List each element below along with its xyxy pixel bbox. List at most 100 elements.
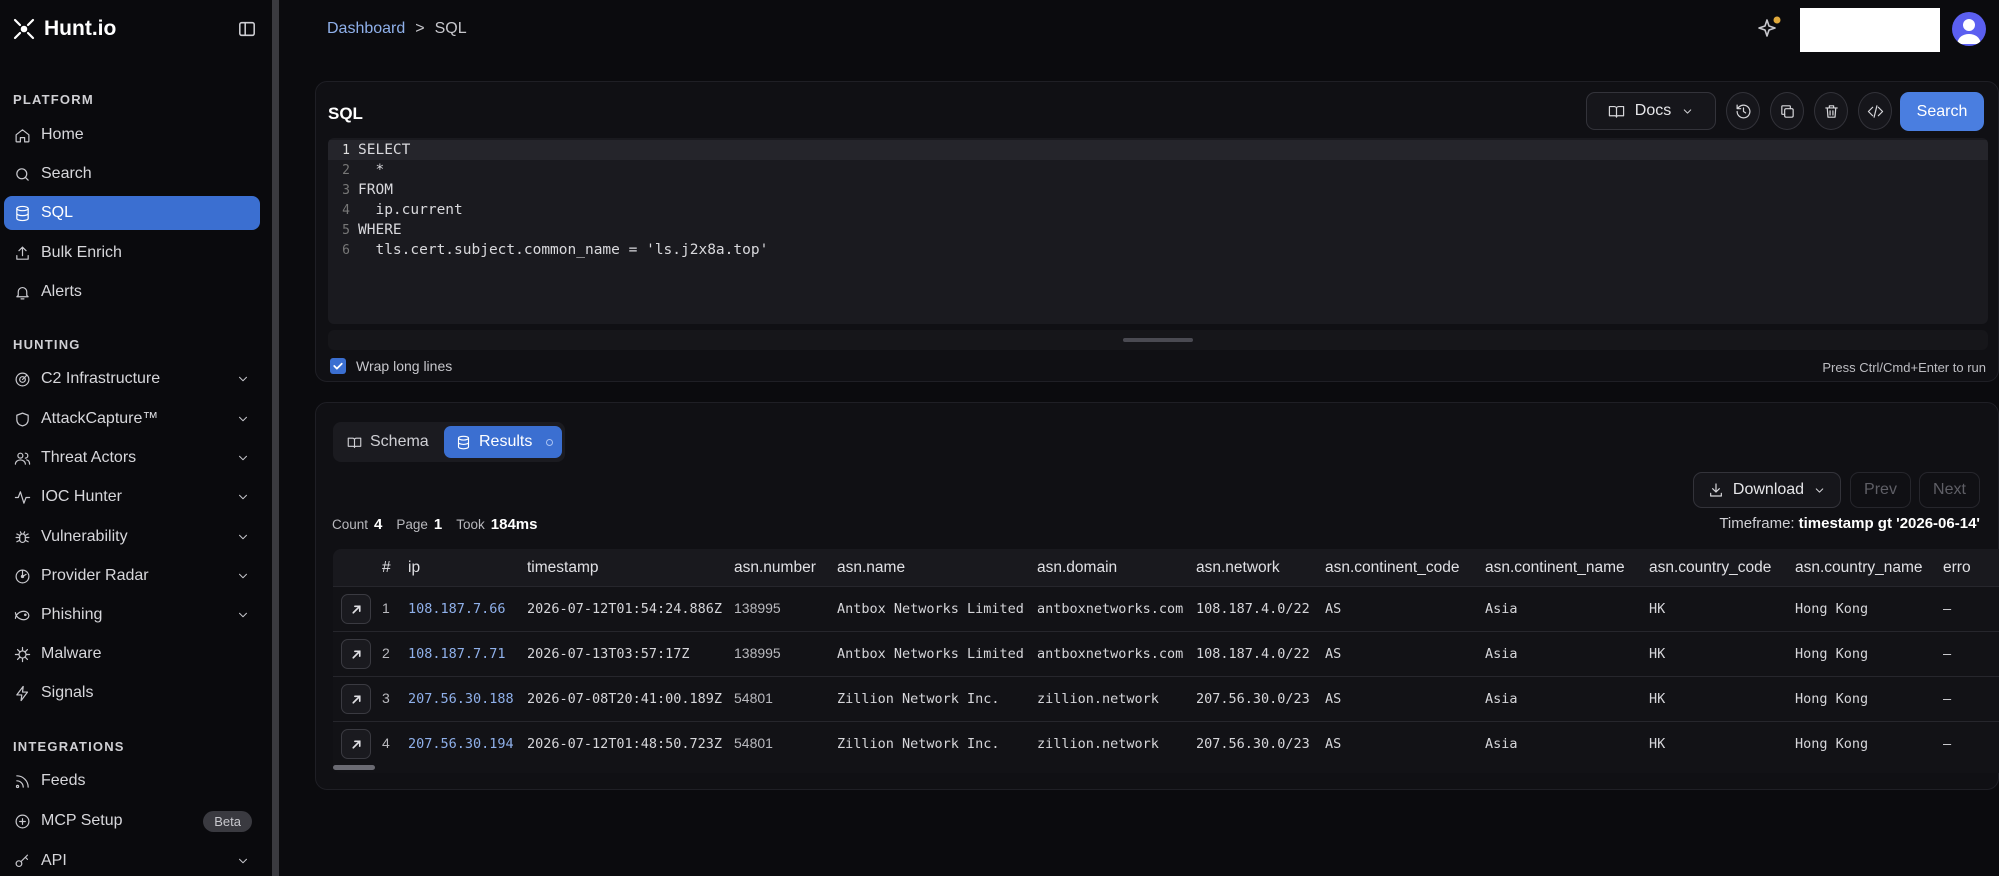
table-row[interactable]: 1 108.187.7.66 2026-07-12T01:54:24.886Z 138…	[333, 586, 1999, 631]
column-header[interactable]: timestamp	[527, 559, 599, 577]
app-name: Hunt.io	[44, 17, 117, 40]
column-header[interactable]: asn.country_code	[1649, 559, 1771, 577]
activity-icon	[14, 490, 31, 504]
radar-icon	[15, 372, 30, 386]
table-cell: 2026-07-13T03:57:17Z	[527, 646, 690, 662]
sidebar-item-malware[interactable]: Malware	[4, 637, 260, 671]
column-header[interactable]: asn.continent_name	[1485, 559, 1625, 577]
sidebar-item-ioc-hunter[interactable]: IOC Hunter	[4, 480, 260, 514]
panel-title: SQL	[328, 104, 363, 123]
horizontal-scrollbar[interactable]	[333, 765, 375, 770]
page-label: Page	[396, 517, 428, 532]
download-icon	[1709, 483, 1722, 497]
column-header[interactable]: asn.domain	[1037, 559, 1117, 577]
user-icon	[1957, 19, 1981, 44]
chevron-down-icon	[239, 573, 247, 579]
sidebar-item-label: Home	[41, 126, 84, 143]
sparkles-icon[interactable]	[1757, 14, 1783, 40]
format-code-button[interactable]	[1858, 92, 1892, 130]
breadcrumb-dashboard[interactable]: Dashboard	[327, 20, 405, 38]
copy-button[interactable]	[1770, 92, 1804, 130]
editor-resize-bar[interactable]	[328, 330, 1988, 350]
sidebar-item-provider-radar[interactable]: Provider Radar	[4, 559, 260, 593]
table-row[interactable]: 3 207.56.30.188 2026-07-08T20:41:00.189Z 54…	[333, 676, 1999, 721]
history-button[interactable]	[1726, 92, 1760, 130]
sidebar-item-api[interactable]: API	[4, 844, 260, 876]
table-cell: –	[1943, 736, 1952, 752]
sidebar-item-label: SQL	[41, 204, 74, 221]
tab-schema[interactable]: Schema	[347, 426, 437, 458]
table-cell: Asia	[1485, 601, 1518, 617]
table-row[interactable]: 4 207.56.30.194 2026-07-12T01:48:50.723Z 54…	[333, 721, 1999, 766]
open-row-button[interactable]	[341, 639, 371, 669]
sidebar-item-signals[interactable]: Signals	[4, 676, 260, 710]
wrap-lines-checkbox[interactable]	[330, 358, 346, 374]
sidebar-item-search[interactable]: Search	[4, 157, 260, 191]
code-text: tls.cert.subject.common_name =	[358, 242, 647, 258]
sidebar-item-alerts[interactable]: Alerts	[4, 275, 260, 309]
prev-page-button[interactable]: Prev	[1850, 472, 1911, 508]
table-row[interactable]: 2 108.187.7.71 2026-07-13T03:57:17Z 138995 A…	[333, 631, 1999, 676]
ip-link[interactable]: 207.56.30.188	[408, 691, 514, 707]
docs-button[interactable]: Docs	[1586, 92, 1716, 130]
open-row-button[interactable]	[341, 594, 371, 624]
user-avatar[interactable]	[1952, 12, 1986, 46]
bell-icon	[16, 286, 29, 299]
table-cell: 4	[382, 735, 390, 751]
sidebar-item-home[interactable]: Home	[4, 118, 260, 152]
column-header[interactable]: asn.name	[837, 559, 905, 577]
table-cell: 2026-07-12T01:54:24.886Z	[527, 601, 723, 617]
download-button[interactable]: Download	[1693, 472, 1841, 508]
table-cell: 2026-07-12T01:48:50.723Z	[527, 736, 723, 752]
sidebar-toggle-icon[interactable]	[238, 20, 256, 38]
ip-link[interactable]: 108.187.7.71	[408, 646, 506, 662]
sidebar-item-label: Vulnerability	[41, 528, 128, 545]
column-header[interactable]: asn.country_name	[1795, 559, 1923, 577]
sidebar-item-threat-actors[interactable]: Threat Actors	[4, 441, 260, 475]
table-cell: –	[1943, 691, 1952, 707]
column-header[interactable]: asn.network	[1196, 559, 1280, 577]
sidebar-item-label: Alerts	[41, 283, 82, 300]
column-header[interactable]: #	[382, 559, 391, 577]
arrow-up-right-icon	[351, 604, 361, 614]
table-cell: –	[1943, 646, 1952, 662]
line-number: 4	[342, 202, 350, 218]
column-header[interactable]: asn.number	[734, 559, 816, 577]
chevron-down-icon	[239, 534, 247, 540]
open-row-button[interactable]	[341, 684, 371, 714]
sidebar-item-label: C2 Infrastructure	[41, 370, 161, 387]
open-row-button[interactable]	[341, 729, 371, 759]
sidebar-item-mcp-setup[interactable]: MCP Setup Beta	[4, 804, 260, 838]
result-stats: Count 4 Page 1 Took 184ms	[332, 516, 546, 533]
wrap-lines-toggle[interactable]: Wrap long lines	[330, 358, 452, 374]
sidebar-item-label: API	[41, 852, 67, 869]
sidebar-item-phishing[interactable]: Phishing	[4, 598, 260, 632]
sql-editor[interactable]: 1 SELECT 2 * 3 FROM 4 ip.current 5 WHERE…	[328, 138, 1988, 324]
resize-grip[interactable]	[1123, 338, 1193, 342]
line-number: 3	[342, 182, 350, 198]
breadcrumb-separator: >	[415, 20, 425, 37]
app-logo[interactable]: Hunt.io	[12, 16, 116, 42]
sidebar-item-label: Bulk Enrich	[41, 244, 122, 261]
column-header[interactable]: ip	[408, 559, 420, 577]
search-button[interactable]: Search	[1900, 92, 1984, 131]
ip-link[interactable]: 207.56.30.194	[408, 736, 514, 752]
sidebar-item-vulnerability[interactable]: Vulnerability	[4, 520, 260, 554]
tab-results[interactable]: Results	[444, 426, 562, 458]
clear-button[interactable]	[1814, 92, 1848, 130]
sidebar-item-feeds[interactable]: Feeds	[4, 764, 260, 798]
code-line: 6 tls.cert.subject.common_name = 'ls.j2x…	[328, 240, 1988, 260]
ip-link[interactable]: 108.187.7.66	[408, 601, 506, 617]
sidebar-item-bulk-enrich[interactable]: Bulk Enrich	[4, 236, 260, 270]
next-page-button[interactable]: Next	[1919, 472, 1980, 508]
upload-icon	[16, 246, 29, 260]
sidebar-item-attackcapture[interactable]: AttackCapture™	[4, 402, 260, 436]
table-cell: –	[1943, 601, 1952, 617]
sidebar-item-sql[interactable]: SQL	[4, 196, 260, 230]
trash-icon	[1824, 104, 1838, 118]
column-header[interactable]: erro	[1943, 559, 1971, 577]
column-header[interactable]: asn.continent_code	[1325, 559, 1459, 577]
sidebar-item-c2-infrastructure[interactable]: C2 Infrastructure	[4, 362, 260, 396]
line-number: 5	[342, 222, 350, 238]
check-icon	[333, 362, 343, 370]
